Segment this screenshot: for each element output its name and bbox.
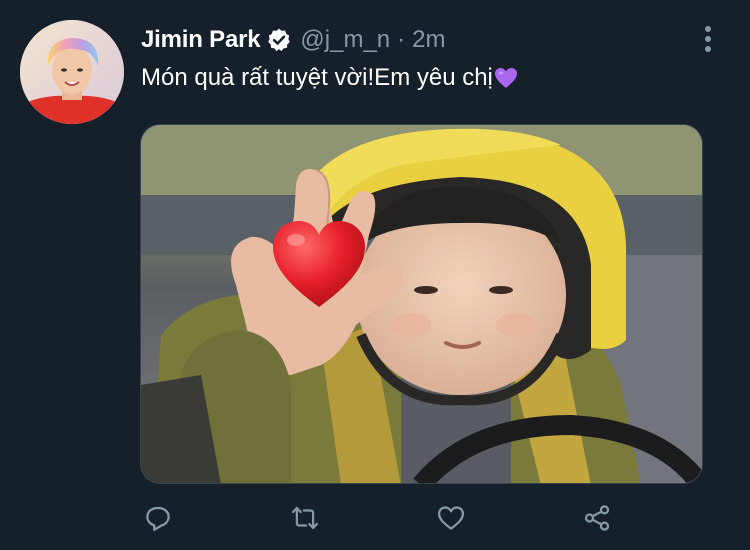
handle[interactable]: @j_m_n xyxy=(300,26,390,54)
like-icon[interactable] xyxy=(431,498,471,538)
share-icon[interactable] xyxy=(577,498,617,538)
reply-icon[interactable] xyxy=(138,498,178,538)
tweet-media-photo[interactable] xyxy=(140,124,703,484)
retweet-icon[interactable] xyxy=(285,498,325,538)
tweet-text-content: Món quà rất tuyệt vời!Em yêu chị xyxy=(141,64,493,91)
purple-heart-icon xyxy=(494,67,518,89)
verified-badge-icon xyxy=(266,27,292,53)
timestamp[interactable]: 2m xyxy=(412,26,445,54)
display-name[interactable]: Jimin Park xyxy=(141,26,261,54)
tweet: Jimin Park @j_m_n · 2m Món quà rất tuyệt… xyxy=(0,0,750,550)
tweet-header: Jimin Park @j_m_n · 2m xyxy=(141,25,445,55)
avatar[interactable] xyxy=(20,20,124,124)
tweet-text: Món quà rất tuyệt vời!Em yêu chị xyxy=(141,64,518,92)
more-options-icon[interactable] xyxy=(696,22,720,56)
separator-dot: · xyxy=(397,26,406,53)
action-bar xyxy=(0,498,750,538)
